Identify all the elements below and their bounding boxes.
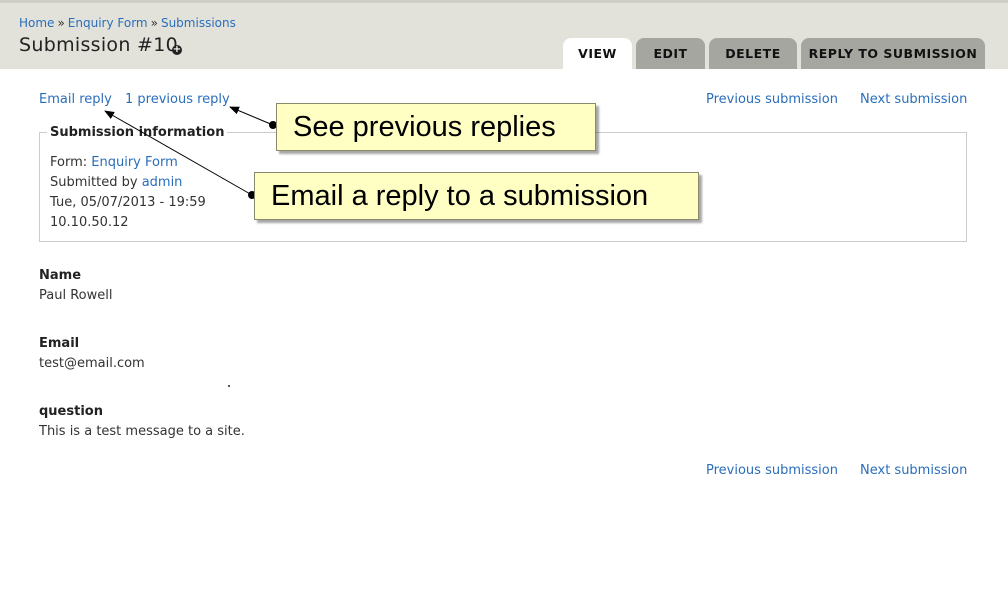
annotation-arrows [104, 106, 277, 199]
arrow-to-email-reply [104, 110, 253, 196]
callout-previous-replies: See previous replies [276, 103, 596, 151]
arrow-to-previous-reply [229, 106, 274, 126]
callout-email-reply: Email a reply to a submission [254, 172, 699, 220]
